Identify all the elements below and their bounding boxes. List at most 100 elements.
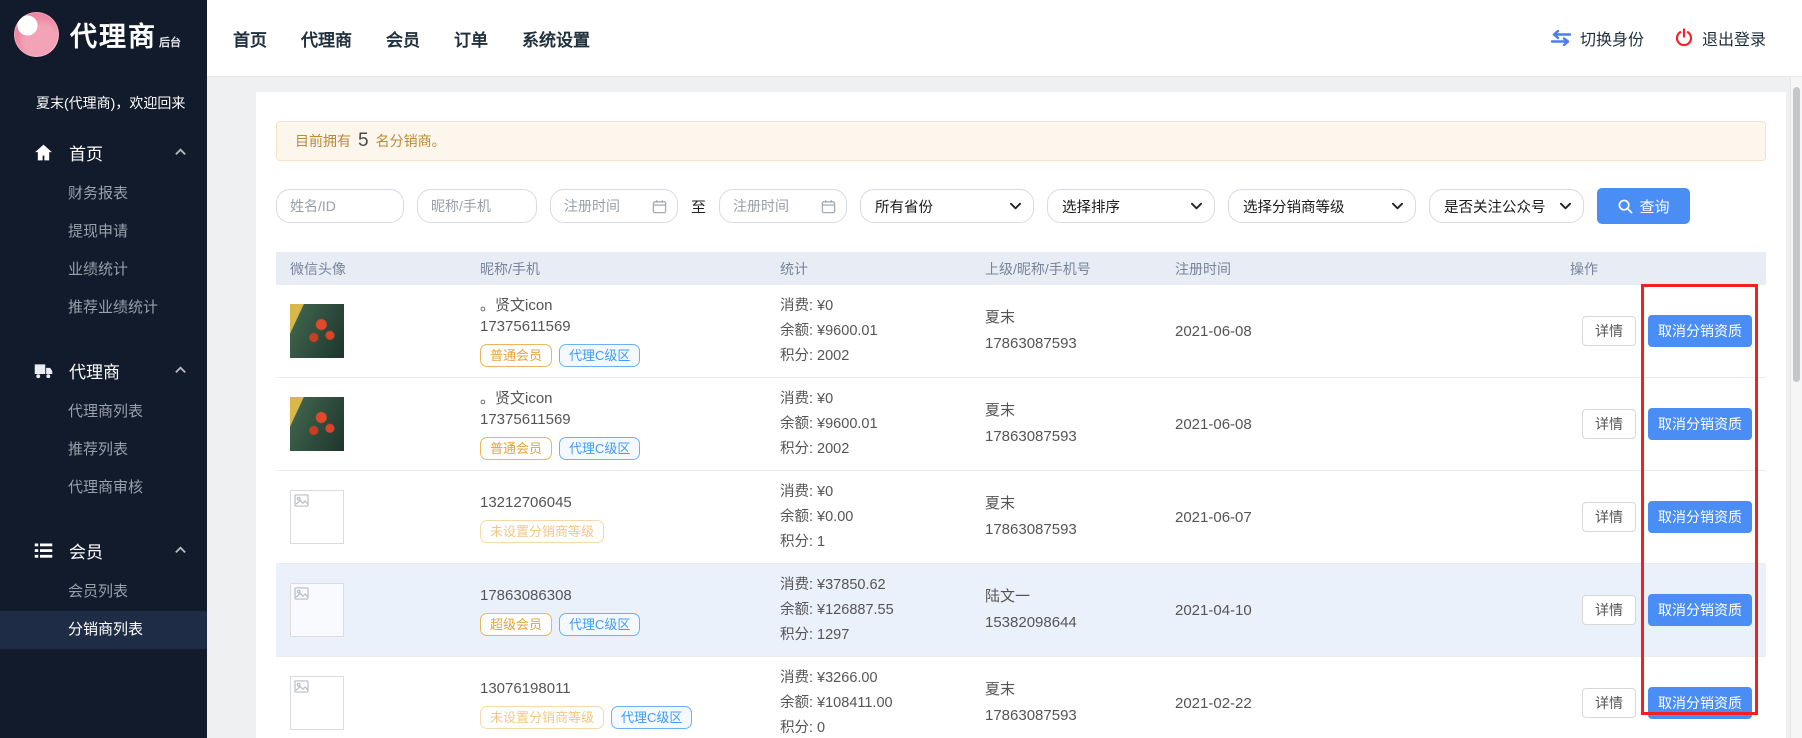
sidebar-item-referral-list[interactable]: 推荐列表 xyxy=(0,431,207,469)
reg-time-end-placeholder: 注册时间 xyxy=(733,196,789,216)
detail-button[interactable]: 详情 xyxy=(1582,688,1636,718)
power-icon xyxy=(1674,28,1694,48)
stats-line: 余额: ¥9600.01 xyxy=(780,412,985,437)
detail-button[interactable]: 详情 xyxy=(1582,316,1636,346)
reg-date-cell: 2021-02-22 xyxy=(1175,695,1570,712)
follow-official-account-select[interactable]: 是否关注公众号 xyxy=(1429,189,1584,223)
parent-name: 夏末 xyxy=(985,305,1175,331)
cancel-distribution-button[interactable]: 取消分销资质 xyxy=(1648,594,1752,626)
sidebar-item-agent-review[interactable]: 代理商审核 xyxy=(0,469,207,507)
cancel-distribution-button[interactable]: 取消分销资质 xyxy=(1648,501,1752,533)
logout-button[interactable]: 退出登录 xyxy=(1674,26,1766,50)
avatar-placeholder xyxy=(290,583,344,637)
province-select[interactable]: 所有省份 xyxy=(860,189,1034,223)
welcome-text: 夏末(代理商)，欢迎回来 xyxy=(0,67,207,113)
stats-cell: 消费: ¥37850.62余额: ¥126887.55积分: 1297 xyxy=(780,573,985,648)
alert-suffix: 名分销商。 xyxy=(376,131,446,151)
distributor-count-alert: 目前拥有 5 名分销商。 xyxy=(276,121,1766,161)
scrollbar-thumb[interactable] xyxy=(1793,87,1800,382)
sidebar-item-distributor-list[interactable]: 分销商列表 xyxy=(0,611,207,649)
sidebar-group-agents: 代理商 代理商列表 推荐列表 代理商审核 xyxy=(0,347,207,507)
detail-button[interactable]: 详情 xyxy=(1582,502,1636,532)
top-nav-right: 切换身份 退出登录 xyxy=(1550,26,1780,50)
level-badge: 普通会员 xyxy=(480,344,552,367)
nick-phone-cell: 。贤文icon17375611569普通会员代理C级区 xyxy=(480,295,780,367)
member-nickname: 。贤文icon xyxy=(480,295,780,316)
chevron-up-icon[interactable] xyxy=(174,544,187,557)
nav-item-home[interactable]: 首页 xyxy=(233,26,267,51)
chevron-up-icon[interactable] xyxy=(174,364,187,377)
member-phone: 13212706045 xyxy=(480,492,780,513)
level-badge: 代理C级区 xyxy=(559,344,640,367)
sidebar-section-home[interactable]: 首页 xyxy=(0,129,207,175)
cancel-distribution-button[interactable]: 取消分销资质 xyxy=(1648,315,1752,347)
level-badge: 代理C级区 xyxy=(611,706,692,729)
chevron-down-icon xyxy=(1560,202,1571,210)
reg-time-end-input[interactable]: 注册时间 xyxy=(719,189,847,223)
member-phone: 17375611569 xyxy=(480,409,780,430)
avatar xyxy=(290,397,344,451)
chevron-up-icon[interactable] xyxy=(174,146,187,159)
sidebar-item-member-list[interactable]: 会员列表 xyxy=(0,573,207,611)
scrollbar[interactable] xyxy=(1790,77,1802,738)
home-icon xyxy=(33,142,54,163)
sidebar-item-agent-list[interactable]: 代理商列表 xyxy=(0,393,207,431)
stats-cell: 消费: ¥0余额: ¥9600.01积分: 2002 xyxy=(780,387,985,462)
avatar-cell xyxy=(290,397,480,451)
nick-phone-input[interactable] xyxy=(417,189,537,223)
brand-title: 代理商后台 xyxy=(70,15,181,54)
nav-item-agents[interactable]: 代理商 xyxy=(301,26,352,51)
parent-phone: 15382098644 xyxy=(985,610,1175,636)
switch-identity-button[interactable]: 切换身份 xyxy=(1550,26,1644,50)
sidebar-menu: 首页 财务报表 提现申请 业绩统计 推荐业绩统计 代理商 代理商列表 推荐列表 … xyxy=(0,129,207,649)
actions-cell: 详情取消分销资质 xyxy=(1570,501,1752,533)
stats-line: 余额: ¥0.00 xyxy=(780,505,985,530)
nick-phone-cell: 。贤文icon17375611569普通会员代理C级区 xyxy=(480,388,780,460)
sidebar-group-members: 会员 会员列表 分销商列表 xyxy=(0,527,207,649)
badge-line: 超级会员代理C级区 xyxy=(480,613,780,636)
nav-item-system-settings[interactable]: 系统设置 xyxy=(522,26,590,51)
header-nick-phone: 昵称/手机 xyxy=(480,259,780,279)
detail-button[interactable]: 详情 xyxy=(1582,409,1636,439)
reg-date-cell: 2021-06-08 xyxy=(1175,323,1570,340)
parent-name: 夏末 xyxy=(985,398,1175,424)
avatar-cell xyxy=(290,583,480,637)
stats-line: 余额: ¥9600.01 xyxy=(780,319,985,344)
cancel-distribution-button[interactable]: 取消分销资质 xyxy=(1648,408,1752,440)
calendar-icon xyxy=(821,199,836,214)
broken-image-icon xyxy=(294,587,309,600)
sidebar-item-referral-performance-stats[interactable]: 推荐业绩统计 xyxy=(0,289,207,327)
table-row: 。贤文icon17375611569普通会员代理C级区消费: ¥0余额: ¥96… xyxy=(276,378,1766,471)
level-badge: 未设置分销商等级 xyxy=(480,706,604,729)
parent-phone: 17863087593 xyxy=(985,517,1175,543)
sidebar-section-members[interactable]: 会员 xyxy=(0,527,207,573)
nav-item-members[interactable]: 会员 xyxy=(386,26,420,51)
distributor-level-select[interactable]: 选择分销商等级 xyxy=(1228,189,1416,223)
detail-button[interactable]: 详情 xyxy=(1582,595,1636,625)
calendar-icon xyxy=(652,199,667,214)
parent-name: 夏末 xyxy=(985,491,1175,517)
chevron-down-icon xyxy=(1392,202,1403,210)
sidebar-item-withdrawal-requests[interactable]: 提现申请 xyxy=(0,213,207,251)
sidebar-item-performance-stats[interactable]: 业绩统计 xyxy=(0,251,207,289)
sort-select[interactable]: 选择排序 xyxy=(1047,189,1215,223)
nav-item-orders[interactable]: 订单 xyxy=(454,26,488,51)
avatar-cell xyxy=(290,676,480,730)
name-id-input[interactable] xyxy=(276,189,404,223)
header-parent: 上级/昵称/手机号 xyxy=(985,259,1175,279)
sidebar-item-financial-reports[interactable]: 财务报表 xyxy=(0,175,207,213)
level-badge: 代理C级区 xyxy=(559,613,640,636)
truck-icon xyxy=(33,360,54,381)
header-stats: 统计 xyxy=(780,259,985,279)
table-header: 微信头像 昵称/手机 统计 上级/昵称/手机号 注册时间 操作 xyxy=(276,252,1766,285)
avatar-placeholder xyxy=(290,490,344,544)
reg-time-start-input[interactable]: 注册时间 xyxy=(550,189,678,223)
actions-cell: 详情取消分销资质 xyxy=(1570,687,1752,719)
search-button[interactable]: 查询 xyxy=(1597,188,1690,224)
brand-title-suffix: 后台 xyxy=(159,37,181,49)
cancel-distribution-button[interactable]: 取消分销资质 xyxy=(1648,687,1752,719)
sidebar-section-agents[interactable]: 代理商 xyxy=(0,347,207,393)
chevron-down-icon xyxy=(1191,202,1202,210)
logout-label: 退出登录 xyxy=(1702,26,1766,50)
member-phone: 13076198011 xyxy=(480,678,780,699)
